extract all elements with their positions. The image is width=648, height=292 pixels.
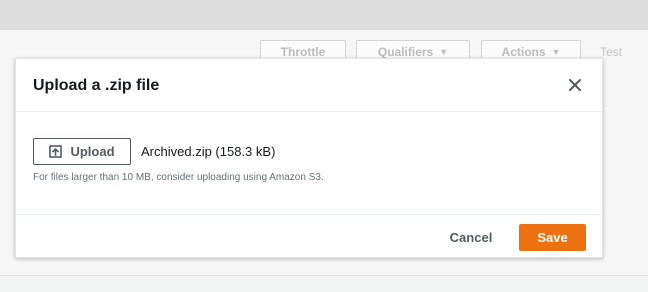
cancel-button[interactable]: Cancel [442, 225, 500, 250]
qualifiers-label: Qualifiers [377, 45, 434, 59]
modal-body: Upload Archived.zip (158.3 kB) For files… [16, 112, 602, 214]
upload-label: Upload [70, 144, 115, 159]
upload-button[interactable]: Upload [33, 138, 131, 165]
upload-zip-modal: Upload a .zip file Upload Archived.zip (… [15, 58, 603, 258]
actions-label: Actions [501, 45, 546, 59]
top-band [0, 0, 648, 30]
caret-down-icon: ▼ [439, 47, 449, 57]
modal-footer: Cancel Save [16, 214, 602, 259]
upload-hint: For files larger than 10 MB, consider up… [33, 172, 324, 183]
modal-title: Upload a .zip file [33, 77, 160, 94]
caret-down-icon: ▼ [551, 47, 561, 57]
test-link[interactable]: Test [600, 40, 622, 64]
modal-header: Upload a .zip file [16, 59, 602, 112]
close-button[interactable] [566, 76, 584, 94]
upload-icon [49, 145, 63, 158]
background-footer [0, 276, 648, 292]
save-button[interactable]: Save [519, 224, 586, 251]
close-icon [569, 79, 581, 91]
throttle-label: Throttle [280, 45, 326, 59]
selected-file-name: Archived.zip (158.3 kB) [141, 144, 276, 159]
